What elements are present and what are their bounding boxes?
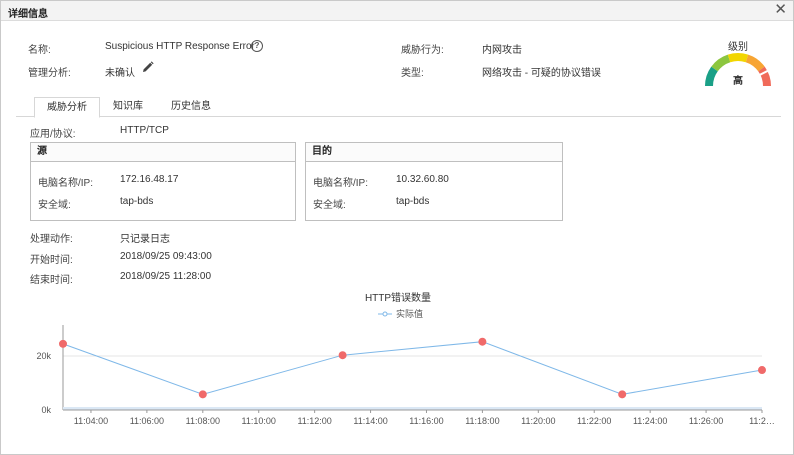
series-line [62, 341, 763, 395]
x-tick-label: 11:06:00 [130, 416, 164, 426]
chart-svg: HTTP错误数量实际值 0k 20k 11:04:00 11:06:00 11:08:00… [36, 291, 775, 426]
x-tick-label: 11:12:00 [297, 416, 331, 426]
edit-icon[interactable] [142, 61, 154, 76]
protocol-value: HTTP/TCP [120, 125, 169, 136]
tab-history[interactable]: 历史信息 [166, 97, 216, 117]
x-tick-label: 11:04:00 [74, 416, 108, 426]
x-tick-label: 11:16:00 [409, 416, 443, 426]
name-label: 名称: [28, 45, 51, 56]
x-tick-label: 11:26:00 [689, 416, 723, 426]
x-tick-label: 11:18:00 [465, 416, 499, 426]
source-ip-value: 172.16.48.17 [120, 174, 179, 185]
start-time-value: 2018/09/25 09:43:00 [120, 251, 212, 262]
data-point [59, 339, 67, 348]
target-ip-value: 10.32.60.80 [396, 174, 449, 185]
behavior-value: 内网攻击 [482, 45, 522, 56]
detail-dialog: 详细信息 ✕ 名称: Suspicious HTTP Response Erro… [0, 0, 794, 455]
source-zone-label: 安全域: [38, 200, 71, 211]
legend-marker [382, 311, 388, 317]
source-title: 源 [31, 143, 295, 162]
x-tick-label: 11:14:00 [353, 416, 387, 426]
y-tick-label: 20k [36, 351, 51, 361]
x-tick-label: 11:10:00 [242, 416, 276, 426]
target-title: 目的 [306, 143, 562, 162]
action-value: 只记录日志 [120, 234, 170, 245]
x-tick-label: 11:24:00 [633, 416, 667, 426]
data-point [758, 366, 766, 375]
action-label: 处理动作: [30, 234, 73, 245]
gauge-segment [727, 53, 749, 63]
analysis-value: 未确认 [105, 68, 135, 79]
source-zone-value: tap-bds [120, 196, 154, 207]
level-gauge: 高 [705, 53, 771, 87]
gauge-segment [745, 54, 765, 72]
type-value: 网络攻击 - 可疑的协议错误 [482, 68, 601, 79]
target-ip-label: 电脑名称/IP: [313, 178, 369, 189]
legend-label: 实际值 [396, 308, 423, 319]
tab-threat-analysis[interactable]: 威胁分析 [34, 97, 100, 118]
x-tick-label: 11:20:00 [521, 416, 555, 426]
target-zone-label: 安全域: [313, 200, 346, 211]
end-time-label: 结束时间: [30, 275, 73, 286]
x-tick-label: 11:2… [749, 416, 775, 426]
close-icon[interactable]: ✕ [774, 2, 787, 18]
tab-bar: 威胁分析 知识库 历史信息 [16, 97, 781, 118]
tab-knowledge-base[interactable]: 知识库 [107, 97, 149, 117]
source-ip-label: 电脑名称/IP: [38, 178, 94, 189]
target-zone-value: tap-bds [396, 196, 430, 207]
chart-title: HTTP错误数量 [365, 291, 431, 304]
level-value: 高 [733, 74, 743, 87]
protocol-label: 应用/协议: [30, 129, 76, 140]
dialog-title: 详细信息 [8, 9, 48, 20]
end-time-value: 2018/09/25 11:28:00 [120, 271, 212, 282]
type-label: 类型: [401, 68, 424, 79]
dialog-titlebar: 详细信息 ✕ [1, 1, 793, 21]
y-tick-label: 0k [41, 405, 51, 415]
behavior-label: 威胁行为: [401, 45, 444, 56]
name-value: Suspicious HTTP Response Error [105, 41, 255, 52]
help-icon[interactable]: ? [251, 40, 263, 52]
data-point [478, 337, 487, 346]
data-point [618, 390, 627, 399]
gauge-segment [711, 54, 731, 72]
data-point [198, 390, 207, 399]
start-time-label: 开始时间: [30, 255, 73, 266]
x-tick-label: 11:08:00 [186, 416, 220, 426]
http-error-chart: HTTP错误数量实际值 0k 20k 11:04:00 11:06:00 11:08:00… [1, 286, 794, 455]
x-tick-label: 11:22:00 [577, 416, 611, 426]
data-point [338, 351, 347, 360]
gauge-segment [705, 66, 718, 87]
analysis-label: 管理分析: [28, 68, 71, 79]
